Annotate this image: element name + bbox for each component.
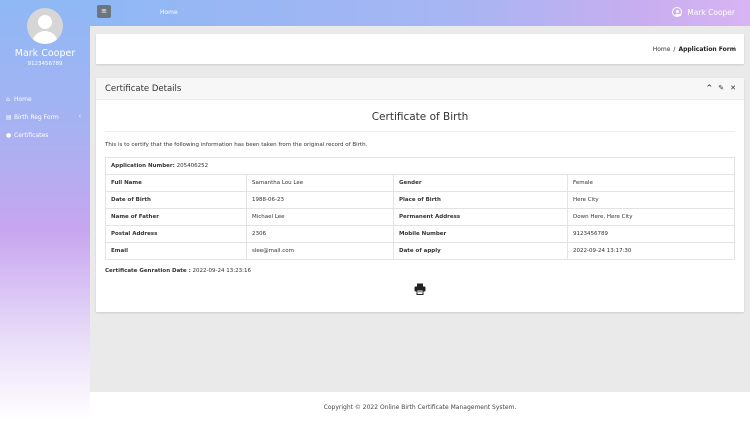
breadcrumb-current: Application Form — [678, 46, 736, 53]
sidebar-user-phone: 9123456789 — [27, 61, 63, 67]
field-value: 1988-06-23 — [246, 191, 394, 209]
table-row: Postal Address 2306 Mobile Number 912345… — [105, 225, 735, 243]
card-title: Certificate Details — [105, 84, 182, 94]
user-icon: ● — [6, 131, 12, 139]
certificate-card: Certificate Details ^ ✎ ✕ Certificate of… — [96, 78, 744, 312]
application-number-label: Application Number: — [111, 163, 175, 169]
field-value: 9123456789 — [567, 225, 735, 243]
footer-copyright: Copyright © 2022 Online Birth Certificat… — [323, 404, 517, 411]
field-value: Michael Lee — [246, 208, 394, 226]
table-row: Full Name Samantha Lou Lee Gender Female — [105, 174, 735, 192]
card-header: Certificate Details ^ ✎ ✕ — [96, 78, 744, 100]
table-row: Name of Father Michael Lee Permanent Add… — [105, 208, 735, 226]
table-row: Date of Birth 1988-06-23 Place of Birth … — [105, 191, 735, 209]
field-value: 2022-09-24 13:17:30 — [567, 242, 735, 260]
certificate-details-table: Application Number: 205406252 Full Name … — [105, 157, 735, 260]
sidebar-item-label: Certificates — [14, 131, 49, 139]
collapse-icon[interactable]: ^ — [706, 84, 712, 92]
sidebar-item-birth-reg-form[interactable]: ▤ Birth Reg Form ‹ — [0, 108, 90, 126]
field-value: Female — [567, 174, 735, 192]
card-tools: ^ ✎ ✕ — [706, 84, 736, 92]
breadcrumb-home[interactable]: Home — [653, 46, 671, 53]
divider — [105, 131, 735, 132]
field-label: Date of apply — [393, 242, 568, 260]
top-navbar: ≡ Home Mark Cooper — [90, 0, 750, 26]
sidebar-item-home[interactable]: ⌂ Home — [0, 90, 90, 108]
sidebar-item-label: Home — [14, 95, 32, 103]
field-label: Gender — [393, 174, 568, 192]
generation-date-value: 2022-09-24 13:23:16 — [192, 268, 251, 274]
wrench-icon[interactable]: ✎ — [718, 84, 724, 92]
field-label: Date of Birth — [105, 191, 247, 209]
breadcrumb-separator: / — [673, 46, 676, 53]
certificate-intro: This is to certify that the following in… — [105, 142, 368, 148]
breadcrumb-panel: Home / Application Form — [96, 34, 744, 64]
field-value: Here City — [567, 191, 735, 209]
sidebar-item-label: Birth Reg Form — [14, 113, 59, 121]
field-label: Place of Birth — [393, 191, 568, 209]
home-icon: ⌂ — [6, 95, 10, 103]
breadcrumb: Home / Application Form — [653, 46, 736, 53]
avatar — [27, 8, 63, 44]
menu-toggle-button[interactable]: ≡ — [97, 5, 111, 18]
footer: Copyright © 2022 Online Birth Certificat… — [90, 392, 750, 421]
field-label: Permanent Address — [393, 208, 568, 226]
field-label: Email — [105, 242, 247, 260]
sidebar: Mark Cooper 9123456789 ⌂ Home ▤ Birth Re… — [0, 0, 90, 421]
table-row: Application Number: 205406252 — [105, 157, 735, 175]
chevron-left-icon: ‹ — [78, 113, 81, 120]
field-value: 2306 — [246, 225, 394, 243]
list-icon: ▤ — [6, 113, 12, 121]
certificate-title: Certificate of Birth — [371, 111, 469, 123]
top-home-link[interactable]: Home — [160, 9, 178, 16]
sidebar-user-name: Mark Cooper — [14, 48, 76, 59]
sidebar-menu: ⌂ Home ▤ Birth Reg Form ‹ ● Certificates — [0, 90, 90, 144]
user-menu-name: Mark Cooper — [687, 7, 735, 17]
generation-date-label: Certificate Genration Date : — [105, 268, 191, 274]
field-label: Full Name — [105, 174, 247, 192]
field-value: slee@mail.com — [246, 242, 394, 260]
close-icon[interactable]: ✕ — [730, 84, 736, 92]
application-number-cell: Application Number: 205406252 — [105, 157, 735, 175]
field-value: Down Here, Here City — [567, 208, 735, 226]
user-menu[interactable]: Mark Cooper — [672, 7, 735, 17]
print-icon[interactable] — [414, 283, 426, 295]
table-row: Email slee@mail.com Date of apply 2022-0… — [105, 242, 735, 260]
generation-date: Certificate Genration Date : 2022-09-24 … — [105, 268, 251, 274]
user-circle-icon — [672, 7, 683, 17]
field-label: Postal Address — [105, 225, 247, 243]
field-value: Samantha Lou Lee — [246, 174, 394, 192]
field-label: Mobile Number — [393, 225, 568, 243]
application-number-value: 205406252 — [176, 163, 209, 169]
field-label: Name of Father — [105, 208, 247, 226]
sidebar-item-certificates[interactable]: ● Certificates — [0, 126, 90, 144]
